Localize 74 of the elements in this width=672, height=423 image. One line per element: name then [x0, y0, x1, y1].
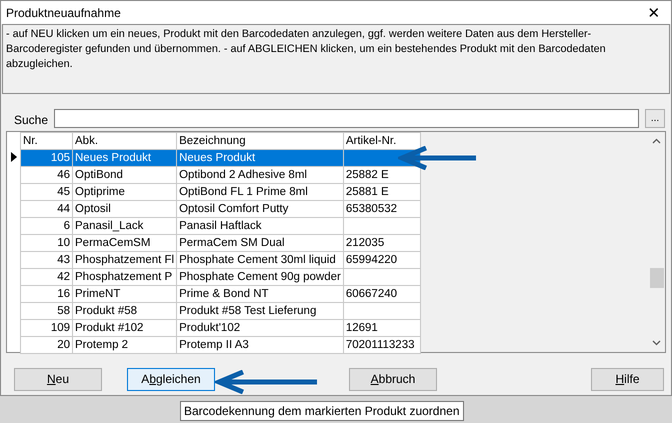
table-cell: 6 — [20, 218, 72, 234]
table-cell: 43 — [20, 252, 72, 268]
table-cell: Protemp II A3 — [176, 336, 344, 354]
table-cell: Phosphatzement Fl — [72, 252, 177, 268]
window-title: Produktneuaufnahme — [6, 6, 121, 20]
table-cell: Produkt #102 — [72, 320, 177, 336]
table-row[interactable]: 109 Produkt #102 Produkt'102 12691 — [20, 320, 420, 336]
table-row[interactable]: 16 PrimeNT Prime & Bond NT 60667240 — [20, 286, 420, 302]
table-cell: 25881 E — [343, 184, 420, 200]
table-row[interactable]: 46 OptiBond Optibond 2 Adhesive 8ml 25882 E — [20, 166, 420, 184]
table-row[interactable]: 42 Phosphatzement P Phosphate Cement 90g powder — [20, 268, 420, 286]
table-row[interactable]: 58 Produkt #58 Produkt #58 Test Lieferung — [20, 302, 420, 320]
column-header[interactable]: Abk. — [72, 132, 177, 150]
dialog-button[interactable]: Neu — [14, 368, 102, 390]
table-cell: 58 — [20, 302, 72, 320]
table-cell: Produkt #58 Test Lieferung — [176, 302, 344, 320]
table-cell: Phosphate Cement 90g powder — [176, 268, 344, 286]
table-cell: Phosphatzement P — [72, 268, 177, 286]
table-cell: 70201113233 — [343, 336, 420, 354]
table-cell: 109 — [20, 320, 72, 336]
table-cell: Panasil_Lack — [72, 218, 177, 234]
table-cell: Optibond 2 Adhesive 8ml — [176, 166, 344, 184]
dialog-button[interactable]: Abbruch — [349, 368, 437, 390]
table-cell: OptiBond FL 1 Prime 8ml — [176, 184, 344, 200]
table-row[interactable]: 20 Protemp 2 Protemp II A3 70201113233 — [20, 336, 420, 354]
table-cell: 10 — [20, 234, 72, 252]
column-header[interactable]: Bezeichnung — [176, 132, 344, 150]
scroll-up-icon[interactable] — [652, 138, 661, 144]
table-cell: 60667240 — [343, 286, 420, 302]
search-label: Suche — [14, 113, 48, 128]
column-header[interactable]: Artikel-Nr. — [343, 132, 420, 150]
table-cell: 44 — [20, 200, 72, 218]
table-cell: 65994220 — [343, 252, 420, 268]
info-text: - auf NEU klicken um ein neues, Produkt mit den Barcodedaten anzulegen, ggf. werden weitere Daten aus dem Hersteller-Barcoderegister gefunden und übernommen. - auf ABGLEICHEN klicken, um ein bestehendes Produkt mit den Barcodedaten abzugleichen. — [2, 24, 670, 94]
table-cell: Optosil Comfort Putty — [176, 200, 344, 218]
dialog-button[interactable]: Abgleichen — [127, 368, 215, 390]
table-cell: 20 — [20, 336, 72, 354]
table-cell: 65380532 — [343, 200, 420, 218]
table-cell: 16 — [20, 286, 72, 302]
table-cell: Produkt'102 — [176, 320, 344, 336]
table-row[interactable]: 43 Phosphatzement Fl Phosphate Cement 30ml liquid 65994220 — [20, 252, 420, 268]
table-cell: 42 — [20, 268, 72, 286]
table-cell: Panasil Haftlack — [176, 218, 344, 234]
table-cell: Prime & Bond NT — [176, 286, 344, 302]
table-cell: 45 — [20, 184, 72, 200]
table-row[interactable]: 44 Optosil Optosil Comfort Putty 65380532 — [20, 200, 420, 218]
table-cell: PrimeNT — [72, 286, 177, 302]
table-row[interactable]: 45 Optiprime OptiBond FL 1 Prime 8ml 25881 E — [20, 184, 420, 200]
table-cell: 12691 — [343, 320, 420, 336]
table-cell: Phosphate Cement 30ml liquid — [176, 252, 344, 268]
table-cell: Optiprime — [72, 184, 177, 200]
table-cell: Neues Produkt — [72, 150, 177, 166]
table-cell: Produkt #58 — [72, 302, 177, 320]
search-field[interactable] — [54, 109, 639, 128]
column-header[interactable]: Nr. — [20, 132, 72, 150]
table-cell: 46 — [20, 166, 72, 184]
dialog-button[interactable]: Hilfe — [591, 368, 664, 390]
table-row[interactable]: 105 Neues Produkt Neues Produkt — [20, 150, 420, 166]
table-cell: Neues Produkt — [176, 150, 344, 166]
tooltip: Barcodekennung dem markierten Produkt zuordnen — [180, 401, 464, 421]
browse-button[interactable]: ... — [645, 109, 665, 128]
scroll-down-icon[interactable] — [652, 340, 661, 346]
table-row[interactable]: 6 Panasil_Lack Panasil Haftlack — [20, 218, 420, 234]
table-row[interactable]: 10 PermaCemSM PermaCem SM Dual 212035 — [20, 234, 420, 252]
table-cell: PermaCem SM Dual — [176, 234, 344, 252]
table-cell: 25882 E — [343, 166, 420, 184]
close-button[interactable]: ✕ — [637, 4, 671, 22]
table-cell: OptiBond — [72, 166, 177, 184]
table-cell: Optosil — [72, 200, 177, 218]
scroll-thumb[interactable] — [650, 268, 664, 288]
table-cell: Protemp 2 — [72, 336, 177, 354]
table-cell: 212035 — [343, 234, 420, 252]
table-cell: 105 — [20, 150, 72, 166]
table-cell: PermaCemSM — [72, 234, 177, 252]
